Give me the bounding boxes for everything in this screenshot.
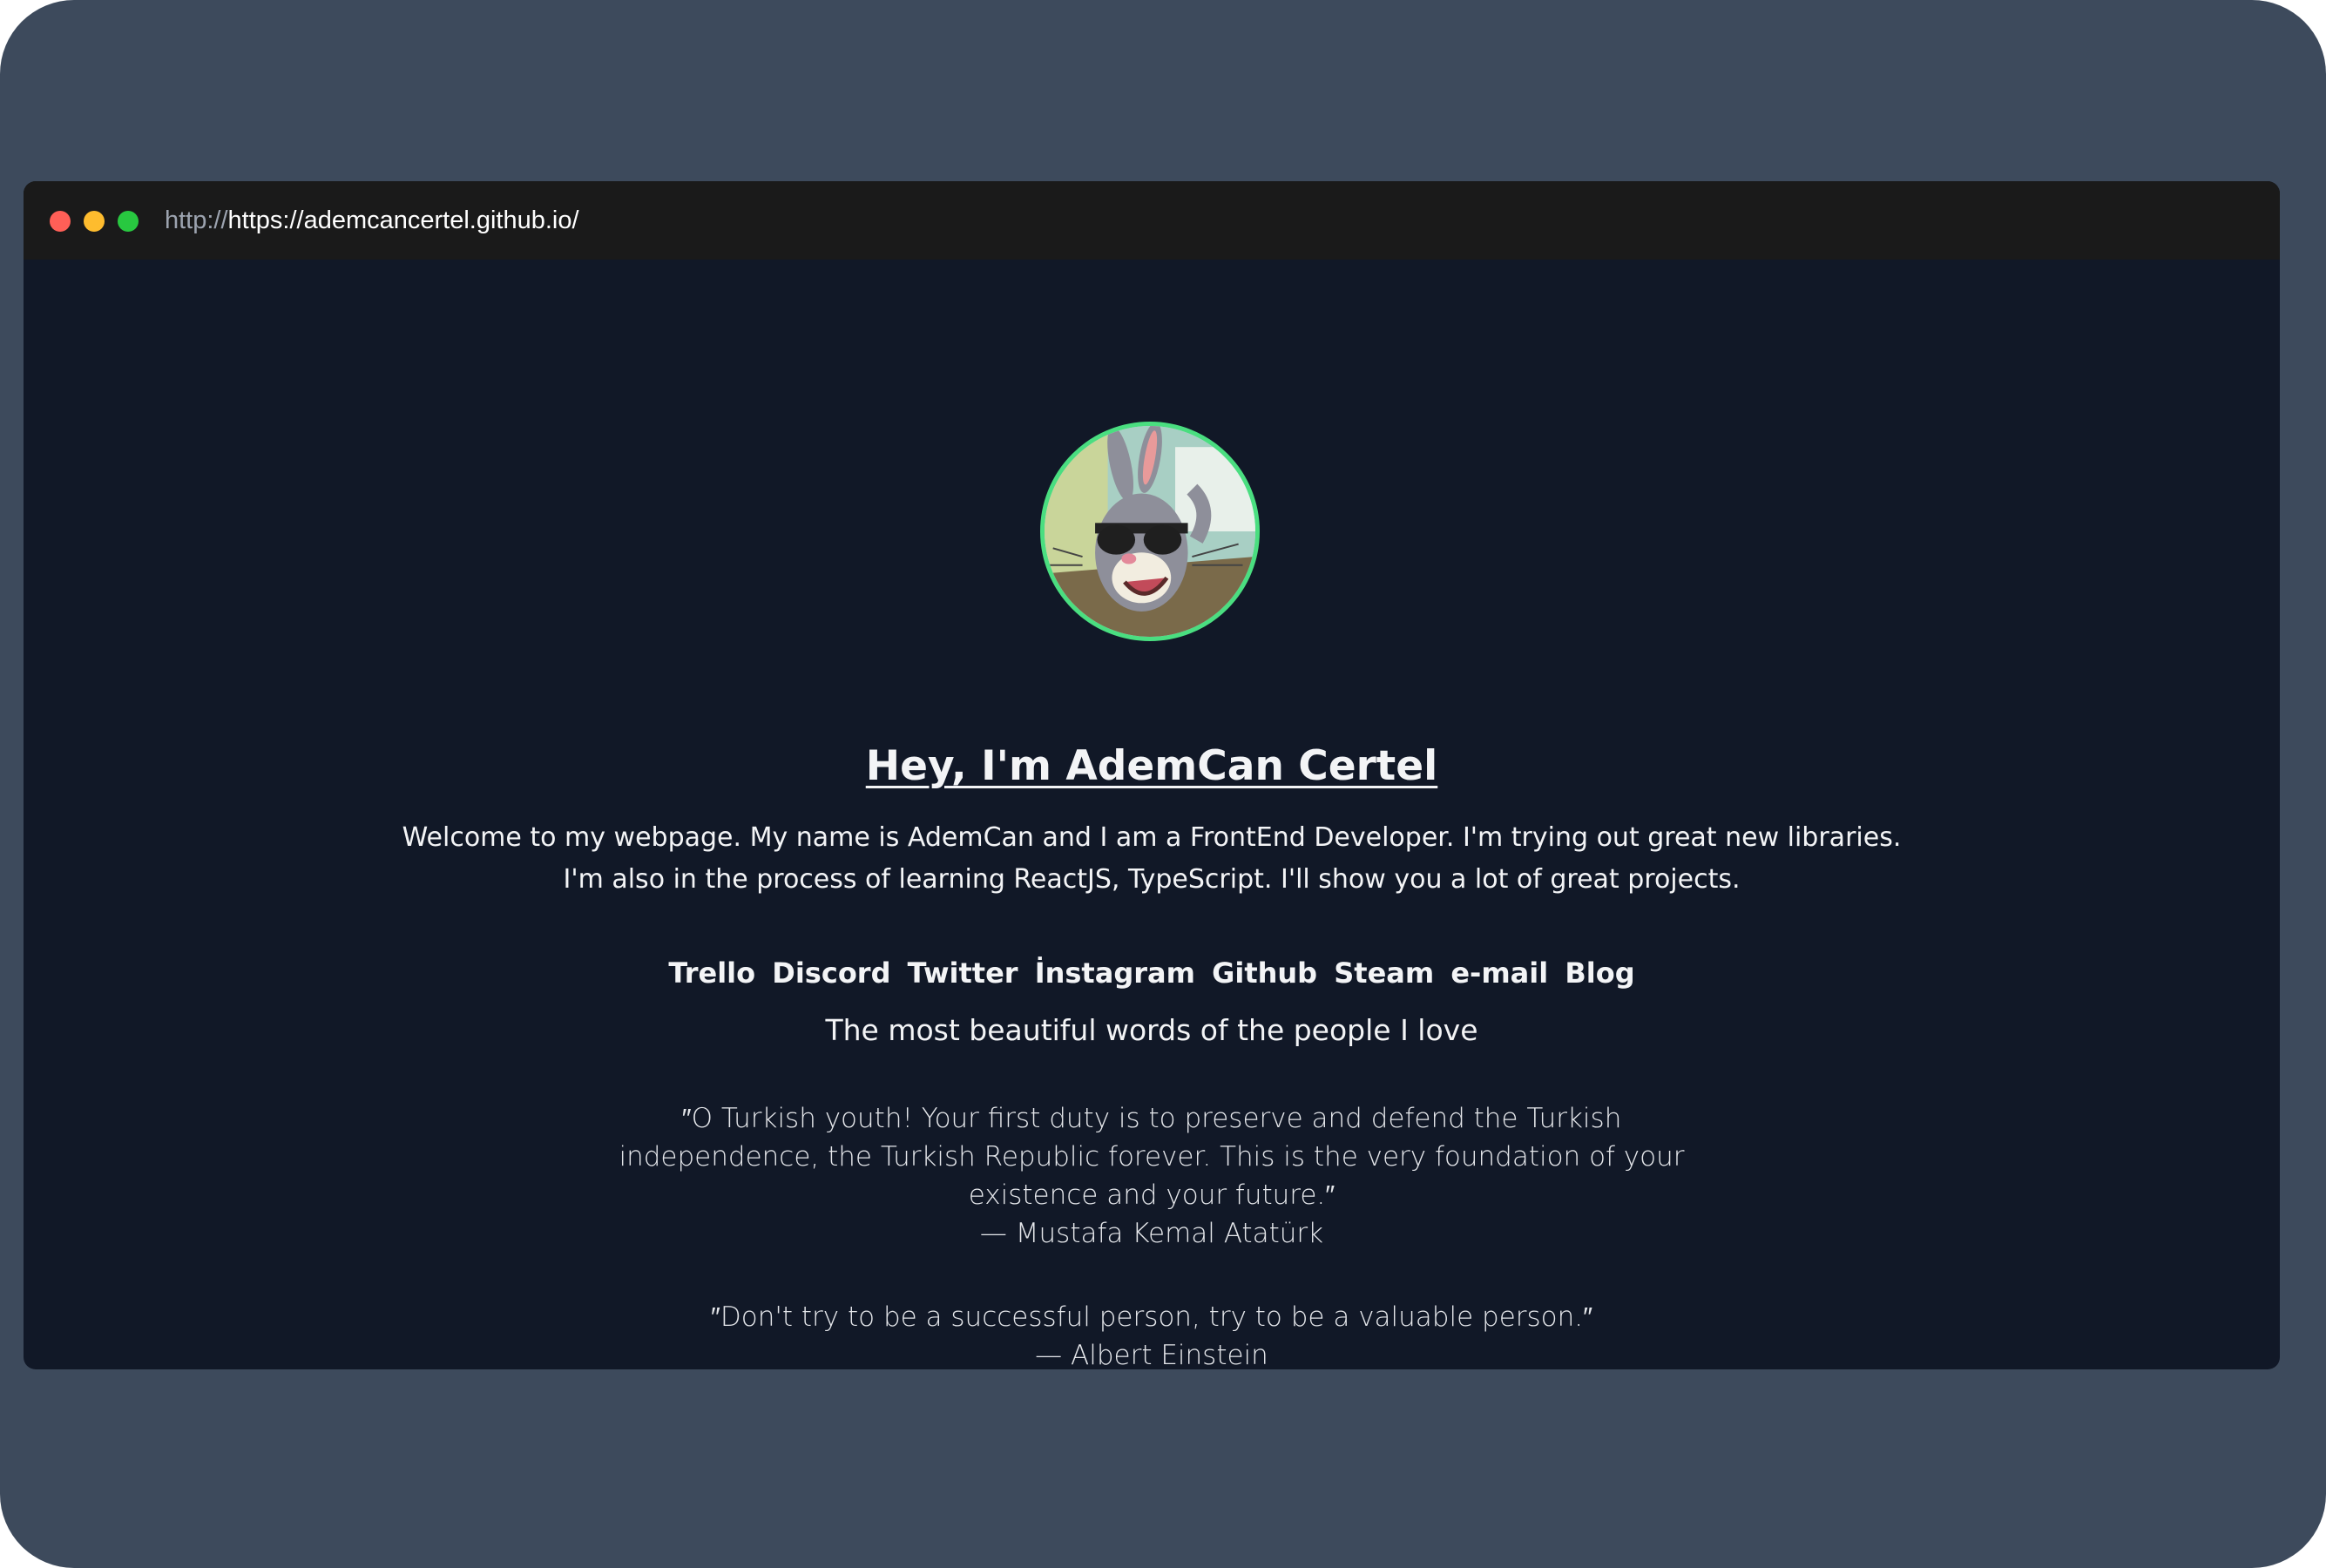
url-protocol: http:// (165, 206, 228, 234)
link-email[interactable]: e-mail (1450, 956, 1548, 990)
intro-line: Welcome to my webpage. My name is AdemCa… (402, 822, 1902, 853)
page-title[interactable]: Hey, I'm AdemCan Certel (24, 740, 2280, 793)
avatar-image (1045, 426, 1255, 637)
quote-line: existence and your future.″ (968, 1179, 1335, 1211)
link-github[interactable]: Github (1212, 956, 1317, 990)
intro-line: I'm also in the process of learning Reac… (563, 864, 1741, 895)
address-bar[interactable]: http://https://ademcancertel.github.io/ (165, 206, 579, 235)
browser-window: http://https://ademcancertel.github.io/ (24, 181, 2280, 1369)
link-blog[interactable]: Blog (1565, 956, 1634, 990)
minimize-dot-icon[interactable] (84, 211, 105, 232)
link-steam[interactable]: Steam (1334, 956, 1434, 990)
decorative-wave (1661, 1362, 2280, 1369)
quote-ataturk: ″O Turkish youth! Your first duty is to … (24, 1099, 2280, 1253)
link-instagram[interactable]: İnstagram (1035, 956, 1195, 990)
quotes-title: The most beautiful words of the people I… (825, 1013, 1478, 1047)
intro-text: Welcome to my webpage. My name is AdemCa… (24, 817, 2280, 901)
quote-line: ″Don't try to be a successful person, tr… (710, 1301, 1593, 1333)
quote-line: ″O Turkish youth! Your first duty is to … (681, 1103, 1622, 1134)
quote-einstein: ″Don't try to be a successful person, tr… (24, 1298, 2280, 1369)
social-links: Trello Discord Twitter İnstagram Github … (24, 953, 2280, 993)
maximize-dot-icon[interactable] (118, 211, 139, 232)
browser-titlebar: http://https://ademcancertel.github.io/ (24, 181, 2280, 260)
close-dot-icon[interactable] (50, 211, 71, 232)
quote-author: — Mustafa Kemal Atatürk (979, 1218, 1324, 1249)
avatar (1040, 422, 1260, 641)
url-host: https://ademcancertel.github.io/ (227, 206, 579, 234)
screenshot-frame: http://https://ademcancertel.github.io/ (0, 0, 2326, 1568)
link-discord[interactable]: Discord (772, 956, 890, 990)
link-trello[interactable]: Trello (668, 956, 755, 990)
link-twitter[interactable]: Twitter (908, 956, 1018, 990)
quote-line: independence, the Turkish Republic forev… (619, 1141, 1685, 1173)
